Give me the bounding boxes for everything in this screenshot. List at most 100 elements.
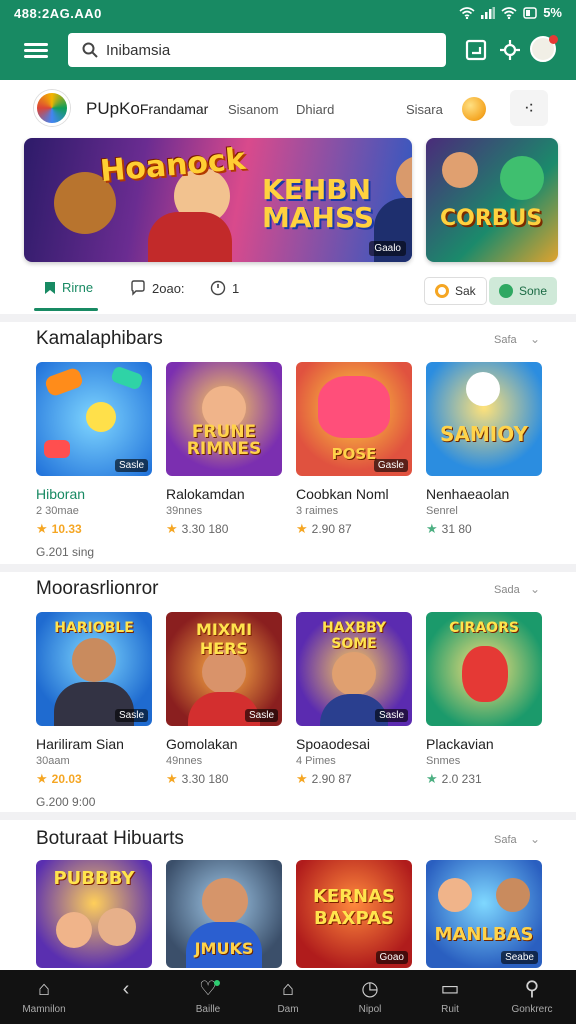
hamburger-menu-icon[interactable] [24, 40, 48, 60]
game-art-text: FRUNE RIMNES [186, 422, 262, 459]
game-thumbnail: MIXMI HERS Sasle [166, 612, 282, 726]
game-thumbnail: SAMIOY [426, 362, 542, 476]
character-art [56, 912, 92, 948]
search-query: Inibamsia [106, 41, 171, 59]
game-card[interactable]: MIXMI HERS Sasle Gomolakan 49nnes ★ 3.30 … [166, 612, 282, 787]
banner-badge: Gaalo [369, 241, 406, 256]
game-subtitle: 30aam [36, 755, 70, 767]
game-card[interactable]: HARIOBLE Sasle Hariliram Sian 30aam ★ 20.… [36, 612, 152, 809]
creature-art [462, 646, 508, 702]
game-art-text: HARIOBLE [54, 620, 134, 636]
game-thumbnail: JMUKS [166, 860, 282, 968]
section-more-2[interactable]: Sada [494, 584, 520, 596]
game-card[interactable]: HAXBBY SOME Sasle Spoaodesai 4 Pimes ★ 2.… [296, 612, 412, 787]
notification-dot [549, 35, 558, 44]
search-icon [82, 42, 98, 58]
status-time: 488:2AG.AA0 [14, 6, 102, 21]
game-thumbnail: PUBBBY [36, 860, 152, 968]
nav-trash[interactable]: ▭ Ruit [410, 978, 490, 1015]
game-art-text: HAXBBY SOME [321, 620, 387, 652]
hero-body [148, 212, 232, 262]
nav-home[interactable]: ⌂ Mamnilon [4, 978, 84, 1015]
featured-banner[interactable]: Hoanock KEHBN MAHSS Gaalo [24, 138, 412, 262]
game-rating: ★ 2.0 231 [426, 771, 482, 786]
character-art [438, 878, 472, 912]
chevron-down-icon[interactable]: ⌄ [530, 582, 540, 596]
game-card[interactable]: Sasle Hiboran 2 30mae ★ 10.33 G.201 sing [36, 362, 152, 559]
coin-icon[interactable] [462, 97, 486, 121]
game-card[interactable]: PUBBBY [36, 860, 152, 968]
nav-history[interactable]: ◷ Nipol [330, 978, 410, 1015]
candy-art [44, 440, 70, 458]
notification-dot [214, 980, 220, 986]
game-rating: ★ 31 80 [426, 521, 472, 536]
game-title: Spoaodesai [296, 736, 370, 752]
game-thumbnail: HAXBBY SOME Sasle [296, 612, 412, 726]
game-thumbnail: CIRAORS [426, 612, 542, 726]
battery-saver-icon [523, 6, 537, 19]
section-more-3[interactable]: Safa [494, 834, 517, 846]
tab-chat[interactable]: 2oao: [130, 280, 185, 296]
game-art-text: PUBBBY [53, 868, 135, 889]
secondary-banner[interactable]: CORBUS [426, 138, 558, 262]
chevron-down-icon[interactable]: ⌄ [530, 332, 540, 346]
game-card[interactable]: KERNAS BAXPAS Goao [296, 860, 412, 968]
game-card[interactable]: JMUKS [166, 860, 282, 968]
tab-recent[interactable]: 1 [210, 280, 239, 296]
game-art-text: JMUKS [194, 939, 254, 958]
brand-row: PUpKoFrandamar Sisanom Dhiard Sisara ⁖ [0, 82, 576, 134]
game-card[interactable]: POSE Gasle Coobkan Noml 3 raimes ★ 2.90 8… [296, 362, 412, 537]
game-thumbnail: HARIOBLE Sasle [36, 612, 152, 726]
home-icon: ⌂ [37, 978, 51, 1000]
section-more-1[interactable]: Safa [494, 334, 517, 346]
game-rating: ★ 3.30 180 [166, 521, 229, 536]
game-card[interactable]: CIRAORS Plackavian Snmes ★ 2.0 231 [426, 612, 542, 787]
game-extra: G.201 sing [36, 545, 95, 559]
divider [0, 812, 576, 820]
game-rating: ★ 2.90 87 [296, 521, 352, 536]
card-badge: Seabe [501, 951, 538, 964]
nav-favorites[interactable]: ♡ Baille [168, 978, 248, 1015]
game-card[interactable]: SAMIOY Nenhaeaolan Senrel ★ 31 80 [426, 362, 542, 537]
man-character [396, 156, 412, 202]
section-title-2: Moorasrlionror [36, 578, 159, 599]
settings-icon[interactable] [498, 38, 522, 62]
back-icon: ‹ [122, 978, 130, 1000]
user-avatar[interactable] [530, 35, 558, 62]
search-input[interactable]: Inibamsia [68, 33, 446, 67]
game-subtitle: 39nnes [166, 505, 203, 517]
nav-link-3[interactable]: Sisara [406, 102, 443, 117]
game-art-text: SAMIOY [440, 422, 528, 446]
game-title: Hiboran [36, 486, 86, 502]
cart-icon[interactable] [464, 38, 488, 62]
star-icon: ★ [296, 771, 308, 786]
coin-icon [435, 284, 449, 298]
app-top-bar: 488:2AG.AA0 5% Inibamsia [0, 0, 576, 80]
nav-search[interactable]: ⚲ Gonkrerc [492, 978, 572, 1015]
filter-chip-2[interactable]: Sone [489, 277, 558, 305]
game-card[interactable]: MANLBAS Seabe [426, 860, 542, 968]
chevron-down-icon[interactable]: ⌄ [530, 832, 540, 846]
nav-link-2[interactable]: Dhiard [296, 102, 334, 117]
status-icons: 5% [459, 5, 562, 20]
star-icon: ★ [166, 521, 178, 536]
game-subtitle: Senrel [426, 505, 458, 517]
game-card[interactable]: FRUNE RIMNES Ralokamdan 39nnes ★ 3.30 180 [166, 362, 282, 537]
chat-icon [131, 280, 145, 296]
apps-grid-icon[interactable]: ⁖ [510, 90, 548, 126]
filter-chip-1[interactable]: Sak [424, 277, 487, 305]
section-title-3: Boturaat Hibuarts [36, 828, 184, 849]
nav-main[interactable]: ⌂ Dam [248, 978, 328, 1015]
star-icon: ★ [426, 521, 438, 536]
tab-home[interactable]: Rirne [44, 280, 93, 295]
signal-icon [481, 6, 496, 19]
app-logo[interactable] [34, 90, 70, 126]
game-extra: G.200 9:00 [36, 795, 96, 809]
character-art [202, 878, 248, 924]
nav-link-1[interactable]: Sisanom [228, 102, 279, 117]
character-art [72, 638, 116, 682]
candy-art [110, 365, 144, 391]
game-art-text: MANLBAS [434, 924, 534, 945]
nav-back[interactable]: ‹ [86, 978, 166, 1004]
star-icon: ★ [36, 771, 48, 786]
